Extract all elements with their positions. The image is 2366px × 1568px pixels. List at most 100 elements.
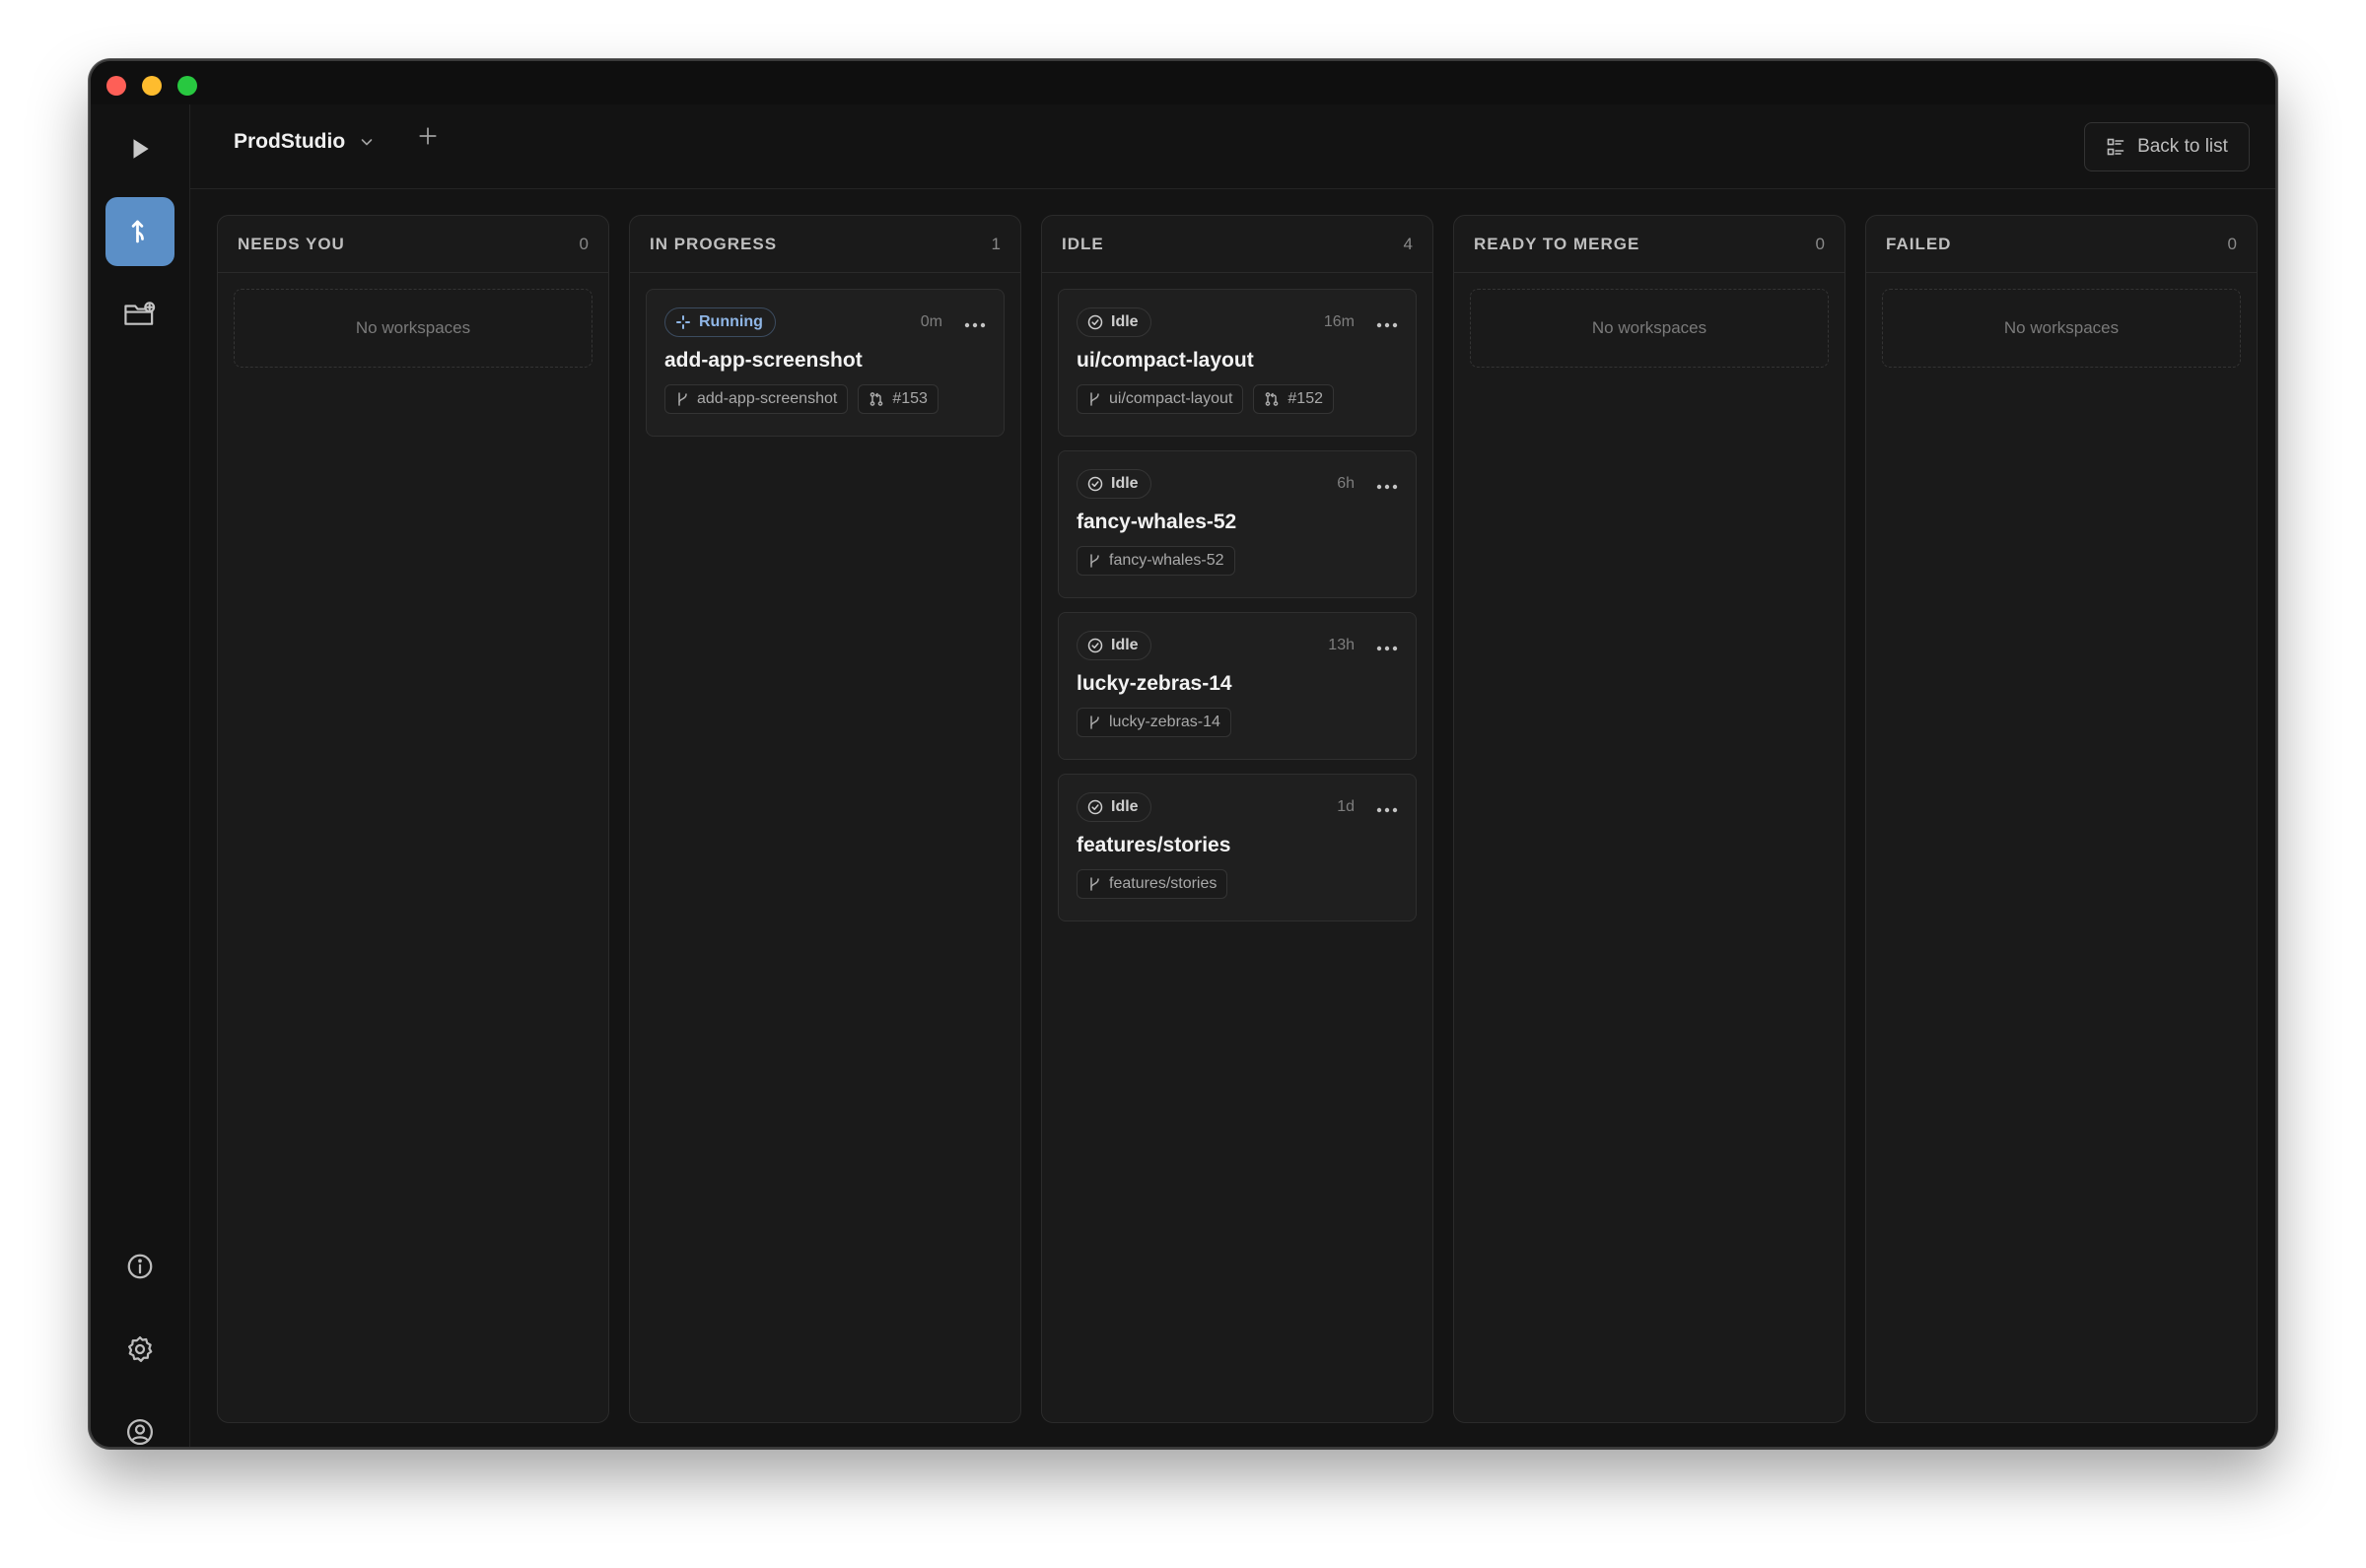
column-needs-you: NEEDS YOU 0 No workspaces [217,215,609,1423]
workspace-card[interactable]: Running 0m add-app-screenshot add-app-sc… [646,289,1005,437]
branch-chip[interactable]: fancy-whales-52 [1077,546,1235,576]
project-switcher[interactable]: ProdStudio [234,130,375,154]
status-badge: Running [664,307,776,337]
column-count: 4 [1403,234,1413,253]
card-title: fancy-whales-52 [1077,511,1237,533]
title-bar [91,61,2275,104]
gear-icon [128,1336,153,1362]
workspace-card[interactable]: Idle 1d features/stories features/storie… [1058,774,1417,921]
more-menu-button[interactable] [1376,636,1398,655]
empty-state: No workspaces [1882,289,2241,368]
card-age: 6h [1337,475,1355,492]
pr-number: #153 [892,390,928,407]
branch-chip[interactable]: features/stories [1077,869,1228,899]
kanban-board: NEEDS YOU 0 No workspaces IN PROGRESS 1 … [217,215,2258,1423]
close-window-button[interactable] [106,76,126,96]
app-window: ProdStudio Back to list NEEDS YOU 0 No w… [89,59,2277,1449]
check-circle-icon [1087,476,1103,492]
git-branch-icon [1090,554,1099,568]
git-branch-icon [1090,716,1099,729]
column-header: READY TO MERGE 0 [1454,216,1844,273]
status-badge: Idle [1077,469,1151,499]
more-menu-button[interactable] [964,312,986,332]
status-label: Running [699,313,763,330]
more-menu-button[interactable] [1376,312,1398,332]
column-count: 1 [991,234,1001,253]
column-header: NEEDS YOU 0 [218,216,608,273]
plus-icon [419,127,437,145]
status-label: Idle [1111,313,1139,330]
zoom-window-button[interactable] [177,76,197,96]
more-menu-button[interactable] [1376,797,1398,817]
settings-button[interactable] [105,1315,174,1384]
branch-name: features/stories [1109,875,1218,892]
column-count: 0 [579,234,589,253]
more-menu-button[interactable] [1376,474,1398,494]
empty-state: No workspaces [234,289,592,368]
more-horizontal-icon [1376,484,1398,490]
more-horizontal-icon [964,322,986,328]
spinner-icon [676,315,690,329]
check-circle-icon [1087,799,1103,815]
branch-chip[interactable]: add-app-screenshot [664,384,849,414]
pull-request-chip[interactable]: #152 [1253,384,1334,414]
card-age: 13h [1328,637,1355,653]
column-title: IDLE [1062,234,1104,253]
chevron-down-icon [361,139,373,146]
workspaces-nav-button[interactable] [105,197,174,266]
column-failed: FAILED 0 No workspaces [1865,215,2258,1423]
status-label: Idle [1111,475,1139,492]
branch-name: add-app-screenshot [697,390,838,407]
git-branch-icon [678,392,687,406]
column-title: NEEDS YOU [238,234,345,253]
git-branch-icon [1090,392,1099,406]
branch-chip[interactable]: ui/compact-layout [1077,384,1244,414]
column-title: READY TO MERGE [1474,234,1640,253]
column-title: FAILED [1886,234,1952,253]
list-icon [2107,138,2124,156]
play-icon [133,139,149,159]
check-circle-icon [1087,638,1103,653]
git-branch-icon [1090,877,1099,891]
empty-state: No workspaces [1470,289,1829,368]
pull-request-chip[interactable]: #153 [858,384,939,414]
status-badge: Idle [1077,631,1151,660]
pull-request-icon [870,392,883,406]
workspace-card[interactable]: Idle 16m ui/compact-layout ui/compact-la… [1058,289,1417,437]
back-to-list-button[interactable]: Back to list [2084,122,2250,171]
top-bar: ProdStudio Back to list [190,104,2275,189]
info-icon [127,1254,153,1279]
run-button[interactable] [105,114,174,183]
card-age: 1d [1337,798,1355,815]
workspace-card[interactable]: Idle 6h fancy-whales-52 fancy-whales-52 [1058,450,1417,598]
card-age: 0m [920,313,942,330]
column-title: IN PROGRESS [650,234,778,253]
add-project-button[interactable] [417,124,439,152]
branch-chip[interactable]: lucky-zebras-14 [1077,708,1231,737]
card-title: ui/compact-layout [1077,349,1254,372]
status-badge: Idle [1077,792,1151,822]
column-header: FAILED 0 [1866,216,2257,273]
status-label: Idle [1111,637,1139,653]
check-circle-icon [1087,314,1103,330]
workspace-card[interactable]: Idle 13h lucky-zebras-14 lucky-zebras-14 [1058,612,1417,760]
card-title: add-app-screenshot [664,349,863,372]
minimize-window-button[interactable] [142,76,162,96]
more-horizontal-icon [1376,807,1398,813]
card-title: features/stories [1077,834,1231,856]
card-title: lucky-zebras-14 [1077,672,1232,695]
add-folder-button[interactable] [105,280,174,349]
sidebar [91,104,190,1447]
column-ready-to-merge: READY TO MERGE 0 No workspaces [1453,215,1845,1423]
back-to-list-label: Back to list [2137,136,2228,157]
account-button[interactable] [105,1398,174,1447]
status-label: Idle [1111,798,1139,815]
column-count: 0 [1815,234,1825,253]
branch-name: ui/compact-layout [1109,390,1233,407]
branch-name: lucky-zebras-14 [1109,714,1220,730]
branch-icon [131,220,144,243]
column-count: 0 [2227,234,2237,253]
info-button[interactable] [105,1232,174,1301]
card-age: 16m [1323,313,1355,330]
project-name: ProdStudio [234,130,346,153]
